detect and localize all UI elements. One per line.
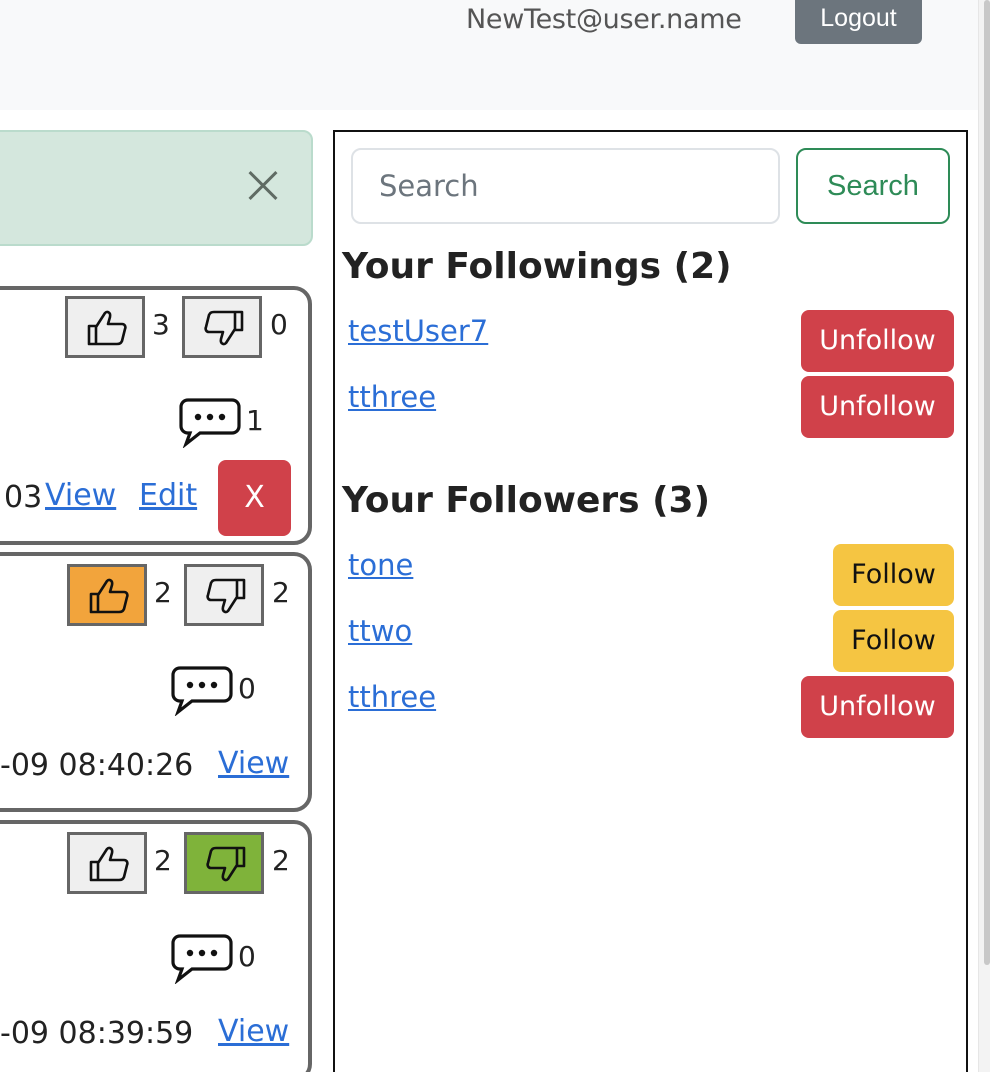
following-user-link[interactable]: testUser7 bbox=[348, 314, 488, 348]
logout-button[interactable]: Logout bbox=[795, 0, 922, 44]
followers-title: Your Followers (3) bbox=[342, 480, 711, 521]
dislike-button[interactable] bbox=[182, 296, 262, 358]
follower-user-link[interactable]: ttwo bbox=[348, 614, 412, 648]
like-count: 2 bbox=[154, 576, 172, 609]
thumbs-down-icon bbox=[206, 578, 246, 614]
comment-icon[interactable] bbox=[170, 932, 234, 984]
edit-link[interactable]: Edit bbox=[139, 478, 197, 513]
search-input[interactable]: Search bbox=[351, 148, 780, 224]
follower-user-link[interactable]: tone bbox=[348, 548, 413, 582]
thumbs-up-icon bbox=[87, 310, 127, 346]
post-timestamp: -09 08:39:59 bbox=[0, 1016, 194, 1051]
like-button[interactable] bbox=[67, 832, 147, 894]
comment-icon[interactable] bbox=[178, 396, 242, 448]
like-button[interactable] bbox=[67, 564, 147, 626]
comment-icon[interactable] bbox=[170, 664, 234, 716]
dislike-button[interactable] bbox=[184, 832, 264, 894]
thumbs-down-icon bbox=[204, 310, 244, 346]
post-timestamp: -09 08:40:26 bbox=[0, 748, 194, 783]
comment-count: 0 bbox=[238, 940, 256, 973]
current-username: NewTest@user.name bbox=[466, 4, 742, 35]
search-button[interactable]: Search bbox=[796, 148, 950, 224]
dislike-button[interactable] bbox=[184, 564, 264, 626]
view-link[interactable]: View bbox=[218, 1014, 289, 1049]
close-icon[interactable] bbox=[243, 166, 283, 206]
unfollow-button[interactable]: Unfollow bbox=[801, 376, 954, 438]
thumbs-up-icon bbox=[89, 846, 129, 882]
like-button[interactable] bbox=[65, 296, 145, 358]
unfollow-button[interactable]: Unfollow bbox=[801, 310, 954, 372]
comment-count: 1 bbox=[246, 404, 264, 437]
view-link[interactable]: View bbox=[45, 478, 116, 513]
thumbs-down-icon bbox=[206, 846, 246, 882]
follow-button[interactable]: Follow bbox=[833, 610, 954, 672]
view-link[interactable]: View bbox=[218, 746, 289, 781]
like-count: 2 bbox=[154, 844, 172, 877]
scrollbar-thumb[interactable] bbox=[984, 0, 990, 965]
follower-user-link[interactable]: tthree bbox=[348, 680, 436, 714]
following-user-link[interactable]: tthree bbox=[348, 380, 436, 414]
comment-count: 0 bbox=[238, 672, 256, 705]
delete-post-button[interactable]: X bbox=[218, 460, 291, 536]
post-timestamp: 03 bbox=[4, 480, 43, 515]
dislike-count: 0 bbox=[270, 308, 288, 341]
unfollow-button[interactable]: Unfollow bbox=[801, 676, 954, 738]
dislike-count: 2 bbox=[272, 576, 290, 609]
follow-button[interactable]: Follow bbox=[833, 544, 954, 606]
like-count: 3 bbox=[152, 308, 170, 341]
thumbs-up-icon bbox=[89, 578, 129, 614]
followings-title: Your Followings (2) bbox=[342, 246, 732, 287]
dislike-count: 2 bbox=[272, 844, 290, 877]
